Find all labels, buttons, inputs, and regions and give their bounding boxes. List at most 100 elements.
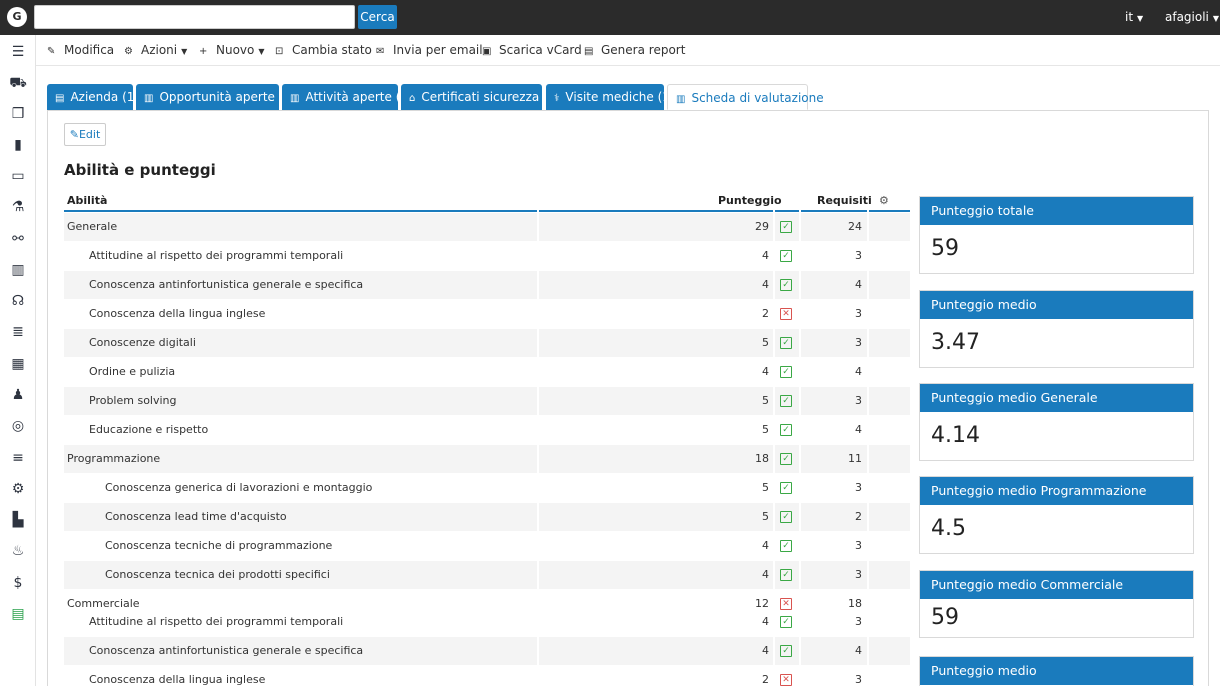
tab-certificati[interactable]: ⌂ Certificati sicurezza (6): [401, 84, 560, 110]
header-skill[interactable]: Abilità: [67, 194, 107, 207]
check-icon: ✓: [780, 221, 792, 233]
building-icon[interactable]: ▥: [9, 261, 27, 279]
header-underline: [775, 210, 799, 212]
people-icon[interactable]: ♟: [9, 386, 27, 404]
score-value: 4: [762, 249, 769, 262]
table-row[interactable]: Problem solving 5 ✓ 3: [64, 387, 910, 415]
cross-icon: ✕: [780, 674, 792, 686]
score-value: 18: [755, 452, 769, 465]
invoice-icon[interactable]: $: [9, 574, 27, 592]
document-icon: ▤: [55, 93, 65, 104]
check-icon: ✓: [780, 366, 792, 378]
table-row[interactable]: Ordine e pulizia 4 ✓ 4: [64, 358, 910, 386]
requirement-value: 3: [855, 307, 862, 320]
requirement-value: 3: [855, 336, 862, 349]
menu-icon[interactable]: ☰: [9, 43, 27, 61]
cart-icon[interactable]: ⛟: [9, 74, 27, 92]
header-underline: [64, 210, 537, 212]
app-logo[interactable]: G: [7, 7, 27, 27]
search-button[interactable]: Cerca: [358, 5, 397, 29]
table-row[interactable]: Conoscenze digitali 5 ✓ 3: [64, 329, 910, 357]
table-row[interactable]: Attitudine al rispetto dei programmi tem…: [64, 608, 910, 636]
table-row[interactable]: Conoscenza antinfortunistica generale e …: [64, 637, 910, 665]
score-value: 5: [762, 423, 769, 436]
invia-email-button[interactable]: ✉ Invia per email: [376, 43, 483, 57]
table-row[interactable]: Conoscenza antinfortunistica generale e …: [64, 271, 910, 299]
requirement-value: 4: [855, 278, 862, 291]
factory-icon[interactable]: ▙: [9, 511, 27, 529]
score-card-average-programmazione: Punteggio medio Programmazione 4.5: [919, 476, 1194, 554]
calendar-icon[interactable]: ▦: [9, 355, 27, 373]
cambia-stato-button[interactable]: ⊡ Cambia stato: [275, 43, 372, 57]
coins-icon[interactable]: ◎: [9, 417, 27, 435]
table-row[interactable]: Conoscenza lead time d'acquisto 5 ✓ 2: [64, 503, 910, 531]
nuovo-label: Nuovo: [216, 43, 255, 57]
box-icon[interactable]: ❒: [9, 105, 27, 123]
score-value: 4: [762, 278, 769, 291]
check-icon: ✓: [780, 453, 792, 465]
score-value: 5: [762, 394, 769, 407]
edit-button[interactable]: ✎Edit: [64, 123, 106, 146]
azioni-button[interactable]: ⚙ Azioni ▼: [124, 43, 187, 57]
check-icon: ✓: [780, 540, 792, 552]
gear-icon[interactable]: ⚙: [879, 194, 889, 207]
chevron-down-icon: ▼: [181, 47, 188, 56]
folder-icon[interactable]: ▭: [9, 167, 27, 185]
card-title: Punteggio medio Generale: [920, 384, 1193, 412]
chevron-down-icon: ▼: [258, 47, 265, 56]
tab-visite-mediche[interactable]: ⚕ Visite mediche (1): [546, 84, 675, 110]
requirement-value: 24: [848, 220, 862, 233]
list-icon[interactable]: ≣: [9, 323, 27, 341]
language-selector[interactable]: it ▼: [1125, 10, 1143, 24]
skill-name: Attitudine al rispetto dei programmi tem…: [89, 615, 344, 628]
status-icon: ⊡: [275, 46, 284, 57]
gear-icon: ⚙: [124, 46, 133, 57]
bookmark-icon[interactable]: ▮: [9, 136, 27, 154]
table-row[interactable]: Conoscenza tecniche di programmazione 4 …: [64, 532, 910, 560]
evaluation-icon[interactable]: ▤: [9, 605, 27, 623]
card-value: 59: [931, 236, 959, 261]
table-row[interactable]: Conoscenza generica di lavorazioni e mon…: [64, 474, 910, 502]
table-row[interactable]: Conoscenza della lingua inglese 2 ✕ 3: [64, 666, 910, 686]
requirement-value: 3: [855, 568, 862, 581]
score-value: 4: [762, 568, 769, 581]
header-requirements[interactable]: Requisiti: [817, 194, 872, 207]
extinguisher-icon[interactable]: ♨: [9, 542, 27, 560]
gears-icon[interactable]: ⚙: [9, 480, 27, 498]
headset-icon[interactable]: ☊: [9, 292, 27, 310]
language-label: it: [1125, 10, 1134, 24]
pencil-icon: ✎: [69, 128, 79, 141]
modifica-label: Modifica: [64, 43, 115, 57]
tab-scheda-valutazione[interactable]: ▥ Scheda di valutazione: [667, 84, 824, 110]
score-value: 5: [762, 510, 769, 523]
score-card-total: Punteggio totale 59: [919, 196, 1194, 274]
report-icon[interactable]: ≡: [9, 449, 27, 467]
table-row[interactable]: Attitudine al rispetto dei programmi tem…: [64, 242, 910, 270]
table-row[interactable]: Conoscenza della lingua inglese 2 ✕ 3: [64, 300, 910, 328]
table-row[interactable]: Generale 29 ✓ 24: [64, 213, 910, 241]
invia-email-label: Invia per email: [393, 43, 483, 57]
card-value: 4.5: [931, 516, 966, 541]
table-row[interactable]: Educazione e rispetto 5 ✓ 4: [64, 416, 910, 444]
graduation-icon: ⌂: [409, 93, 416, 104]
skill-name: Educazione e rispetto: [89, 423, 209, 436]
tab-attivita[interactable]: ▥ Attività aperte (0): [282, 84, 413, 110]
flask-icon[interactable]: ⚗: [9, 198, 27, 216]
search-input[interactable]: [34, 5, 355, 29]
tab-opportunita[interactable]: ▥ Opportunità aperte (0): [136, 84, 296, 110]
scarica-vcard-button[interactable]: ▣ Scarica vCard: [482, 43, 582, 57]
modifica-button[interactable]: ✎ Modifica: [47, 43, 114, 57]
check-icon: ✓: [780, 482, 792, 494]
skill-name: Conoscenza della lingua inglese: [89, 673, 266, 686]
card-title: Punteggio totale: [920, 197, 1193, 225]
table-row[interactable]: Programmazione 18 ✓ 11: [64, 445, 910, 473]
nuovo-button[interactable]: + Nuovo ▼: [199, 43, 265, 57]
header-score[interactable]: Punteggio: [718, 194, 782, 207]
score-value: 2: [762, 673, 769, 686]
tab-azienda[interactable]: ▤ Azienda (1): [47, 84, 139, 110]
genera-report-button[interactable]: ▤ Genera report: [584, 43, 685, 57]
table-row[interactable]: Commerciale 12 ✕ 18: [64, 590, 910, 610]
table-row[interactable]: Conoscenza tecnica dei prodotti specific…: [64, 561, 910, 589]
user-menu[interactable]: afagioli ▼: [1165, 10, 1219, 24]
org-chart-icon[interactable]: ⚯: [9, 230, 27, 248]
